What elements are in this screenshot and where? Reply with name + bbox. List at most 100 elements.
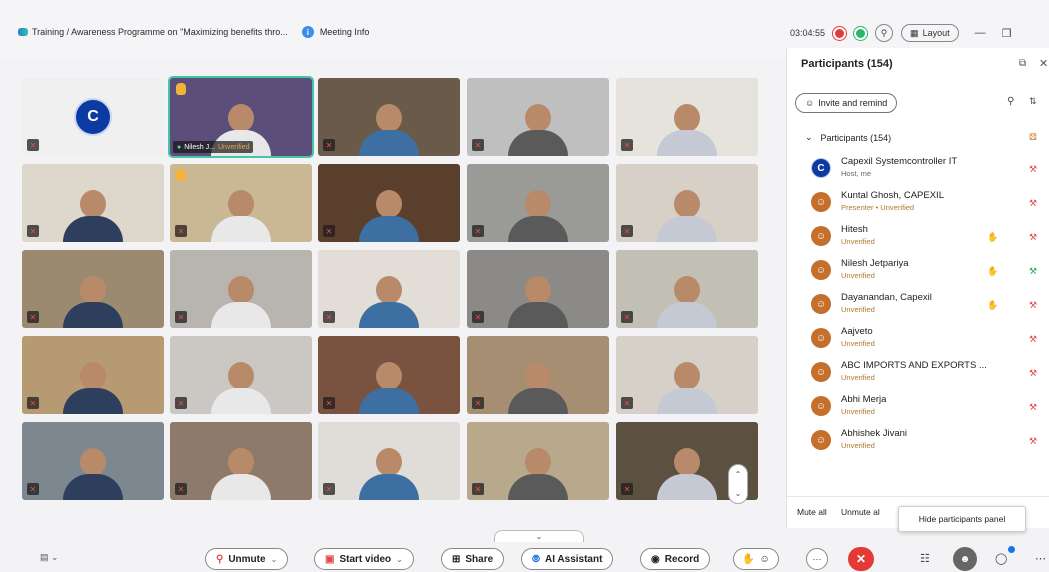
muted-icon: ✕ [323,225,335,237]
video-tile[interactable]: ✕ [616,164,758,242]
mic-off-icon[interactable]: ⚒ [1029,232,1037,243]
participant-row[interactable]: C Capexil Systemcontroller IT Host, me ⚒ [807,154,1047,188]
participant-row[interactable]: ☺ Abhi Merja Unverified ⚒ [807,392,1047,426]
reactions-button[interactable]: ✋ ☺ [733,548,779,570]
mute-all-button[interactable]: Mute all [797,507,827,517]
participant-body [63,302,123,328]
breakout-icon[interactable]: ☷ [920,552,930,565]
raised-hand-icon[interactable]: ✋ [987,232,998,243]
video-tile[interactable]: ✕ [318,250,460,328]
muted-icon: ✕ [175,483,187,495]
collapse-toolbar-tab[interactable]: ⌄ [494,530,584,542]
grid-scroll-control[interactable]: ⌃ ⌄ [728,464,748,504]
share-button[interactable]: ⊞ Share [441,548,505,570]
avatar: ☺ [811,328,831,348]
popout-icon[interactable]: ⧉ [1019,58,1026,69]
unmute-button[interactable]: ⚲ Unmute ⌄ [205,548,289,570]
mic-off-icon[interactable]: ⚒ [1029,164,1037,175]
mic-off-icon[interactable]: ⚒ [1029,402,1037,413]
video-tile[interactable]: ✕ [170,250,312,328]
video-tile[interactable]: ● Nilesh J... Unverified [168,76,314,158]
unmute-all-button[interactable]: Unmute al [841,507,880,517]
video-tile[interactable]: ✕ [170,422,312,500]
ai-assistant-button[interactable]: ⦾ AI Assistant [521,548,614,570]
participant-body [508,302,568,328]
participant-video [211,276,271,328]
more-options-button[interactable]: ⋯ [806,548,828,570]
video-tile[interactable]: ✕ [616,78,758,156]
invite-and-remind-button[interactable]: ☺ Invite and remind [795,93,898,113]
video-tile[interactable]: ✕ [616,250,758,328]
chevron-down-icon[interactable]: ⌄ [396,555,403,564]
participant-row[interactable]: ☺ Aajveto Unverified ⚒ [807,324,1047,358]
meeting-info-button[interactable]: i Meeting Info [301,26,369,38]
video-tile[interactable]: ✕ [170,336,312,414]
participant-row[interactable]: ☺ Hitesh Unverified ✋ ⚒ [807,222,1047,256]
lock-icon[interactable]: ⚄ [1029,132,1037,143]
start-video-button[interactable]: ▣ Start video ⌄ [314,548,414,570]
minimize-icon[interactable]: — [975,27,986,39]
layout-icon: ▦ [910,27,919,38]
end-meeting-button[interactable]: ✕ [848,547,874,571]
chevron-down-icon[interactable]: ⌄ [735,489,742,498]
avatar: ☺ [811,396,831,416]
mic-off-icon[interactable]: ⚒ [1029,334,1037,345]
record-button[interactable]: ◉ Record [640,548,711,570]
muted-icon: ✕ [472,311,484,323]
participant-body [211,302,271,328]
mic-on-icon: ● [177,143,182,151]
layout-button[interactable]: ▦ Layout [901,24,959,42]
video-tile[interactable]: ✕ [22,250,164,328]
mic-off-icon[interactable]: ⚒ [1029,436,1037,447]
chevron-down-icon[interactable]: ⌄ [271,555,278,564]
video-tile[interactable]: C ✕ [22,78,164,156]
video-tile[interactable]: ✕ [22,164,164,242]
video-tile[interactable]: ✕ [467,78,609,156]
sort-icon[interactable]: ⇅ [1029,96,1037,107]
participant-row[interactable]: ☺ ABC IMPORTS AND EXPORTS ... Unverified ⚒ [807,358,1047,392]
chevron-up-icon[interactable]: ⌃ [735,470,742,479]
video-tile[interactable]: ✕ [616,336,758,414]
mic-off-icon[interactable]: ⚒ [1029,198,1037,209]
participant-body [211,388,271,414]
video-tile[interactable]: ✕ [318,78,460,156]
participant-video [508,362,568,414]
video-tile[interactable]: ✕ [22,336,164,414]
participants-button[interactable]: ☻ [953,547,977,571]
video-tile[interactable]: ✕ [318,336,460,414]
muted-icon: ✕ [27,225,39,237]
close-icon[interactable]: ✕ [1039,57,1048,70]
maximize-icon[interactable]: ❐ [1002,27,1012,40]
participant-row[interactable]: ☺ Abhishek Jivani Unverified ⚒ [807,426,1047,460]
mic-off-icon[interactable]: ⚒ [1029,368,1037,379]
video-tile[interactable]: ✕ [467,336,609,414]
participant-row[interactable]: ☺ Dayanandan, Capexil Unverified ✋ ⚒ [807,290,1047,324]
avatar: ☺ [811,294,831,314]
captions-menu[interactable]: ▤ ⌄ [40,552,59,563]
video-tile[interactable]: ✕ [22,422,164,500]
captions-icon: ▤ [40,552,49,562]
connection-status-icon[interactable] [854,26,868,40]
video-tile[interactable]: ✕ [318,422,460,500]
participant-body [359,130,419,156]
participant-body [508,474,568,500]
video-tile[interactable]: ✕ [467,422,609,500]
more-icon[interactable]: ⋯ [1035,552,1046,565]
video-tile[interactable]: ✕ [318,164,460,242]
muted-icon: ✕ [472,139,484,151]
mic-on-icon[interactable]: ⚒ [1029,266,1037,277]
participant-row[interactable]: ☺ Kuntal Ghosh, CAPEXIL Presenter • Unveri… [807,188,1047,222]
video-tile[interactable]: ✕ [467,164,609,242]
search-icon[interactable]: ⚲ [1007,96,1014,107]
zoom-icon[interactable]: ⚲ [875,24,894,42]
video-tile[interactable]: ✕ [467,250,609,328]
chat-icon[interactable]: ◯ [995,552,1007,565]
participants-group-toggle[interactable]: ⌄ Participants (154) [805,132,891,143]
video-tile[interactable]: ✕ [170,164,312,242]
recording-indicator-icon[interactable] [833,26,847,40]
raised-hand-icon[interactable]: ✋ [987,266,998,277]
participant-row[interactable]: ☺ Nilesh Jetpariya Unverified ✋ ⚒ [807,256,1047,290]
raised-hand-icon[interactable]: ✋ [987,300,998,311]
participant-name: Abhi Merja [841,394,887,405]
mic-off-icon[interactable]: ⚒ [1029,300,1037,311]
